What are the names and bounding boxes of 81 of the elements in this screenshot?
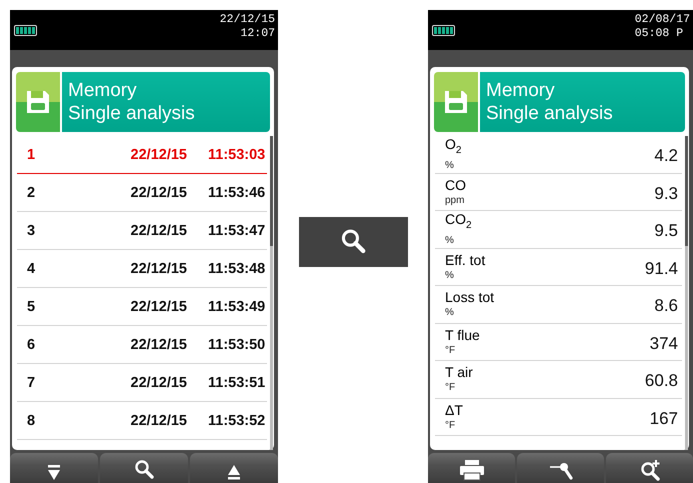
record-time: 11:53:52 xyxy=(208,412,266,428)
subtitle-text: Single analysis xyxy=(68,102,196,125)
record-row[interactable]: 3 22/12/15 11:53:47 xyxy=(17,212,267,250)
subtitle-text: Single analysis xyxy=(486,102,614,125)
toolbar-button[interactable] xyxy=(428,453,515,483)
toolbar-button[interactable] xyxy=(517,453,604,483)
record-row[interactable]: 2 22/12/15 11:53:46 xyxy=(17,174,267,212)
record-time: 11:53:50 xyxy=(208,336,266,352)
record-date: 22/12/15 xyxy=(130,184,187,200)
record-date: 22/12/15 xyxy=(130,374,187,390)
measure-label: CO xyxy=(445,176,466,194)
title-text: Memory xyxy=(486,79,556,102)
record-time: 11:53:48 xyxy=(208,260,266,276)
measure-unit: °F xyxy=(445,381,456,394)
record-time: 11:53:46 xyxy=(208,184,266,200)
down-arrow-icon xyxy=(46,463,62,481)
record-number: 4 xyxy=(26,260,36,276)
battery-icon xyxy=(14,24,37,36)
record-date: 22/12/15 xyxy=(130,260,187,276)
record-time: 11:53:47 xyxy=(208,222,266,238)
printer-icon xyxy=(458,459,486,481)
record-row[interactable]: 7 22/12/15 11:53:51 xyxy=(17,364,267,402)
scroll-bar[interactable] xyxy=(685,136,688,450)
record-row[interactable]: 4 22/12/15 11:53:48 xyxy=(17,250,267,288)
toolbar-button[interactable] xyxy=(10,453,98,483)
record-number: 1 xyxy=(26,146,36,162)
search-icon xyxy=(133,459,155,481)
measure-label: O$_{2}$ xyxy=(445,136,462,158)
measure-value: 374 xyxy=(650,332,678,354)
record-date: 22/12/15 xyxy=(130,222,187,238)
measure-unit: % xyxy=(445,159,455,172)
search-button[interactable] xyxy=(298,217,408,267)
measure-value: 9.5 xyxy=(654,220,678,242)
scroll-bar[interactable] xyxy=(270,136,273,450)
measure-label: T air xyxy=(445,364,473,382)
measure-value: 167 xyxy=(650,408,678,429)
record-date: 22/12/15 xyxy=(130,298,187,314)
measure-unit: ppm xyxy=(445,194,466,207)
measure-unit: °F xyxy=(445,418,456,432)
record-row[interactable]: 8 22/12/15 11:53:52 xyxy=(17,402,267,440)
status-date: 02/08/17 xyxy=(634,13,690,27)
measure-value: 91.4 xyxy=(644,258,678,279)
record-number: 5 xyxy=(26,298,36,314)
title-text: Memory xyxy=(68,79,138,102)
measure-value: 4.2 xyxy=(654,145,678,166)
measure-label: T flue xyxy=(445,326,480,344)
record-row[interactable]: 1 22/12/15 11:53:03 xyxy=(17,136,267,174)
measure-unit: °F xyxy=(445,344,456,357)
record-number: 2 xyxy=(26,184,36,200)
measure-unit: % xyxy=(445,234,455,248)
record-number: 7 xyxy=(26,374,36,390)
measure-label: Eff. tot xyxy=(445,252,486,269)
status-date: 22/12/15 xyxy=(220,13,275,27)
status-time: 05:08 P xyxy=(634,27,684,41)
measure-label: ΔT xyxy=(445,402,463,419)
record-date: 22/12/15 xyxy=(130,146,187,162)
record-row[interactable]: 5 22/12/15 11:53:49 xyxy=(17,288,267,326)
record-time: 11:53:51 xyxy=(208,374,266,390)
record-number: 6 xyxy=(26,336,36,352)
record-number: 3 xyxy=(26,222,36,238)
search-icon xyxy=(339,228,367,256)
record-time: 11:53:03 xyxy=(208,146,266,162)
measure-value: 9.3 xyxy=(654,182,678,204)
zoom-in-icon xyxy=(638,459,660,481)
measure-value: 60.8 xyxy=(644,370,678,392)
record-row[interactable]: 6 22/12/15 11:53:50 xyxy=(17,326,267,364)
record-date: 22/12/15 xyxy=(130,336,187,352)
record-number: 8 xyxy=(26,412,36,428)
status-time: 12:07 xyxy=(240,27,275,41)
battery-icon xyxy=(432,24,455,36)
measure-unit: % xyxy=(445,268,455,282)
toolbar-button[interactable] xyxy=(606,453,693,483)
record-date: 22/12/15 xyxy=(130,412,187,428)
toolbar-button[interactable] xyxy=(190,453,278,483)
toolbar-button[interactable] xyxy=(100,453,188,483)
record-time: 11:53:49 xyxy=(208,298,266,314)
measure-label: CO$_{2}$ xyxy=(445,211,472,234)
measure-value: 8.6 xyxy=(654,295,678,316)
measure-label: Loss tot xyxy=(445,289,494,306)
measure-unit: % xyxy=(445,306,455,320)
up-arrow-icon xyxy=(226,463,242,481)
